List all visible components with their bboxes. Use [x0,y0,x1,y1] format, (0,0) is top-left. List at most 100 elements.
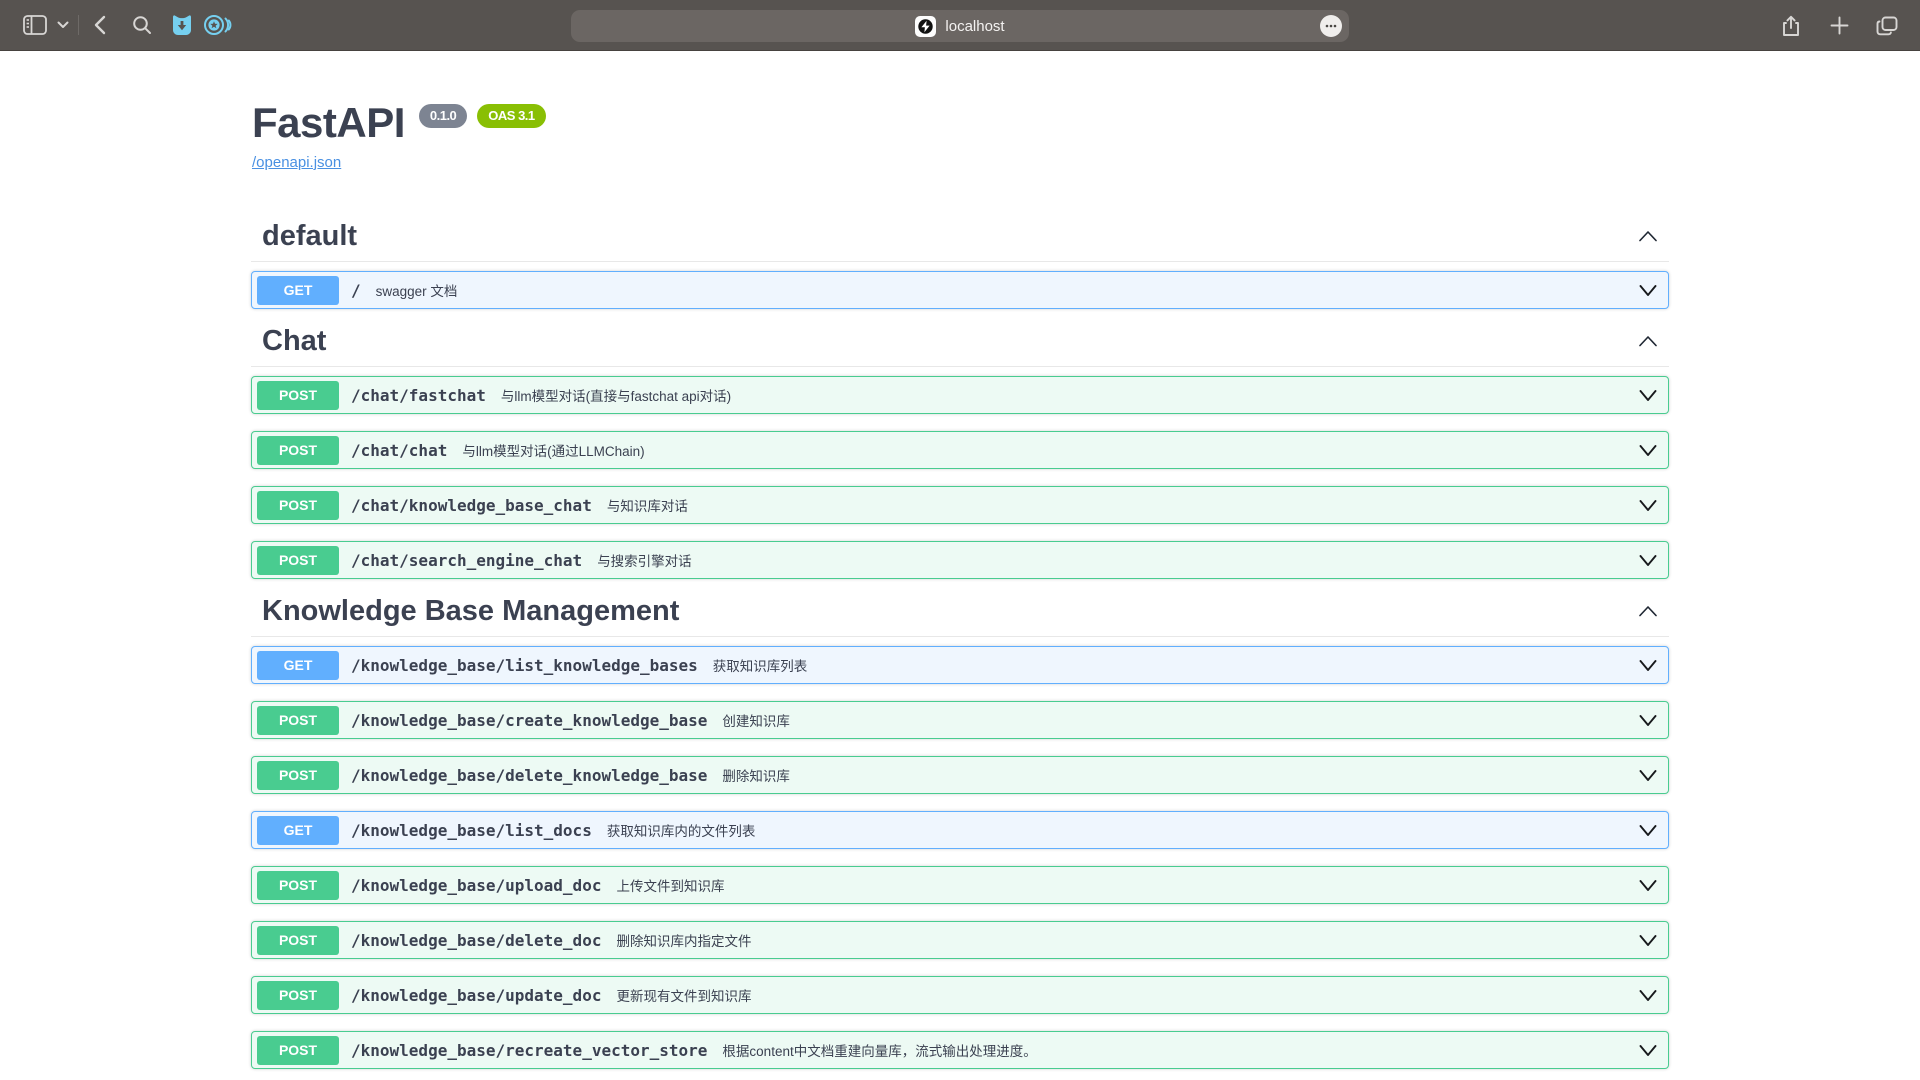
api-title-row: FastAPI 0.1.0 OAS 3.1 [252,100,1669,146]
method-badge: POST [257,491,339,520]
tab-overview-button[interactable] [1870,11,1904,41]
plus-icon [1830,16,1849,35]
method-badge: GET [257,276,339,305]
endpoint-row[interactable]: GET / swagger 文档 [251,271,1669,309]
endpoint-path: /knowledge_base/delete_knowledge_base [351,766,707,785]
endpoint-description: 获取知识库列表 [713,655,808,675]
method-badge: POST [257,381,339,410]
chevron-down-icon[interactable] [1638,934,1658,947]
toolbar-separator [78,15,79,35]
endpoint-path: /chat/fastchat [351,386,486,405]
method-badge: GET [257,816,339,845]
method-badge: POST [257,981,339,1010]
endpoint-row[interactable]: POST /knowledge_base/delete_knowledge_ba… [251,756,1669,794]
method-badge: POST [257,546,339,575]
endpoint-path: /chat/search_engine_chat [351,551,582,570]
section-default: default GET / swagger 文档 [251,221,1669,309]
endpoint-row[interactable]: POST /chat/chat 与llm模型对话(通过LLMChain) [251,431,1669,469]
endpoint-description: 删除知识库内指定文件 [616,930,751,950]
endpoint-description: swagger 文档 [376,280,458,300]
chevron-down-icon[interactable] [1638,554,1658,567]
address-bar[interactable]: localhost [571,10,1349,42]
section-title: default [262,221,357,251]
endpoint-path: /knowledge_base/list_docs [351,821,592,840]
endpoint-path: /knowledge_base/create_knowledge_base [351,711,707,730]
back-button[interactable] [83,10,117,40]
oas-badge: OAS 3.1 [477,104,545,128]
version-badge: 0.1.0 [419,104,467,128]
section-header[interactable]: Chat [251,326,1669,367]
tabs-icon [1876,16,1898,36]
method-badge: POST [257,706,339,735]
method-badge: POST [257,926,339,955]
sidebar-toggle-button[interactable] [18,10,52,40]
new-tab-button[interactable] [1822,11,1856,41]
endpoint-row[interactable]: POST /knowledge_base/recreate_vector_sto… [251,1031,1669,1069]
section-header[interactable]: Knowledge Base Management [251,596,1669,637]
chevron-down-icon[interactable] [1638,389,1658,402]
chevron-down-icon[interactable] [1638,769,1658,782]
endpoint-description: 根据content中文档重建向量库，流式输出处理进度。 [722,1040,1036,1060]
chevron-up-icon[interactable] [1637,604,1659,618]
endpoint-description: 与知识库对话 [607,495,688,515]
endpoint-path: /knowledge_base/list_knowledge_bases [351,656,698,675]
chevron-up-icon[interactable] [1637,334,1659,348]
chevron-down-icon[interactable] [1638,989,1658,1002]
share-button[interactable] [1774,11,1808,41]
endpoint-description: 创建知识库 [722,710,790,730]
method-badge: POST [257,436,339,465]
sidebar-icon [23,15,47,35]
endpoint-row[interactable]: GET /knowledge_base/list_knowledge_bases… [251,646,1669,684]
shield-download-icon [170,13,194,37]
section-header[interactable]: default [251,221,1669,262]
sidebar-menu-button[interactable] [52,10,74,40]
endpoint-path: /knowledge_base/update_doc [351,986,601,1005]
section-chat: Chat POST /chat/fastchat 与llm模型对话(直接与fas… [251,326,1669,579]
endpoint-description: 与llm模型对话(直接与fastchat api对话) [501,385,731,405]
browser-toolbar: localhost [0,0,1920,51]
chevron-down-icon[interactable] [1638,1044,1658,1057]
endpoint-row[interactable]: POST /chat/fastchat 与llm模型对话(直接与fastchat… [251,376,1669,414]
api-info: FastAPI 0.1.0 OAS 3.1 /openapi.json [251,51,1669,172]
endpoint-row[interactable]: POST /chat/search_engine_chat 与搜索引擎对话 [251,541,1669,579]
star-broadcast-icon [203,13,233,37]
endpoint-row[interactable]: POST /chat/knowledge_base_chat 与知识库对话 [251,486,1669,524]
chevron-down-icon[interactable] [1638,284,1658,297]
endpoint-row[interactable]: GET /knowledge_base/list_docs 获取知识库内的文件列… [251,811,1669,849]
endpoint-path: /knowledge_base/delete_doc [351,931,601,950]
endpoint-row[interactable]: POST /knowledge_base/delete_doc 删除知识库内指定… [251,921,1669,959]
chevron-down-icon[interactable] [1638,499,1658,512]
search-icon [132,15,152,35]
section-title: Chat [262,326,326,356]
swagger-page: FastAPI 0.1.0 OAS 3.1 /openapi.json defa… [251,51,1669,1069]
api-title: FastAPI [252,100,405,146]
endpoint-row[interactable]: POST /knowledge_base/create_knowledge_ba… [251,701,1669,739]
section-title: Knowledge Base Management [262,596,679,626]
openapi-spec-link[interactable]: /openapi.json [252,154,341,171]
chevron-down-icon[interactable] [1638,659,1658,672]
chevron-down-icon[interactable] [1638,444,1658,457]
endpoint-row[interactable]: POST /knowledge_base/update_doc 更新现有文件到知… [251,976,1669,1014]
ellipsis-icon [1325,24,1337,28]
method-badge: GET [257,651,339,680]
share-icon [1782,15,1800,37]
page-settings-button[interactable] [1320,15,1342,37]
endpoint-path: /knowledge_base/recreate_vector_store [351,1041,707,1060]
endpoint-description: 与搜索引擎对话 [597,550,692,570]
search-button[interactable] [125,10,159,40]
endpoint-description: 删除知识库 [722,765,790,785]
endpoint-path: /knowledge_base/upload_doc [351,876,601,895]
chevron-down-icon[interactable] [1638,824,1658,837]
endpoint-row[interactable]: POST /knowledge_base/upload_doc 上传文件到知识库 [251,866,1669,904]
chevron-up-icon[interactable] [1637,229,1659,243]
pinned-tab-star-circle[interactable] [201,10,235,40]
endpoint-description: 更新现有文件到知识库 [616,985,751,1005]
endpoint-path: / [351,281,361,300]
endpoint-path: /chat/knowledge_base_chat [351,496,592,515]
chevron-down-icon[interactable] [1638,879,1658,892]
method-badge: POST [257,1036,339,1065]
pinned-tab-shield-arrow[interactable] [165,10,199,40]
fastapi-logo-icon [918,19,933,34]
chevron-down-icon[interactable] [1638,714,1658,727]
section-knowledge-base-management: Knowledge Base Management GET /knowledge… [251,596,1669,1069]
